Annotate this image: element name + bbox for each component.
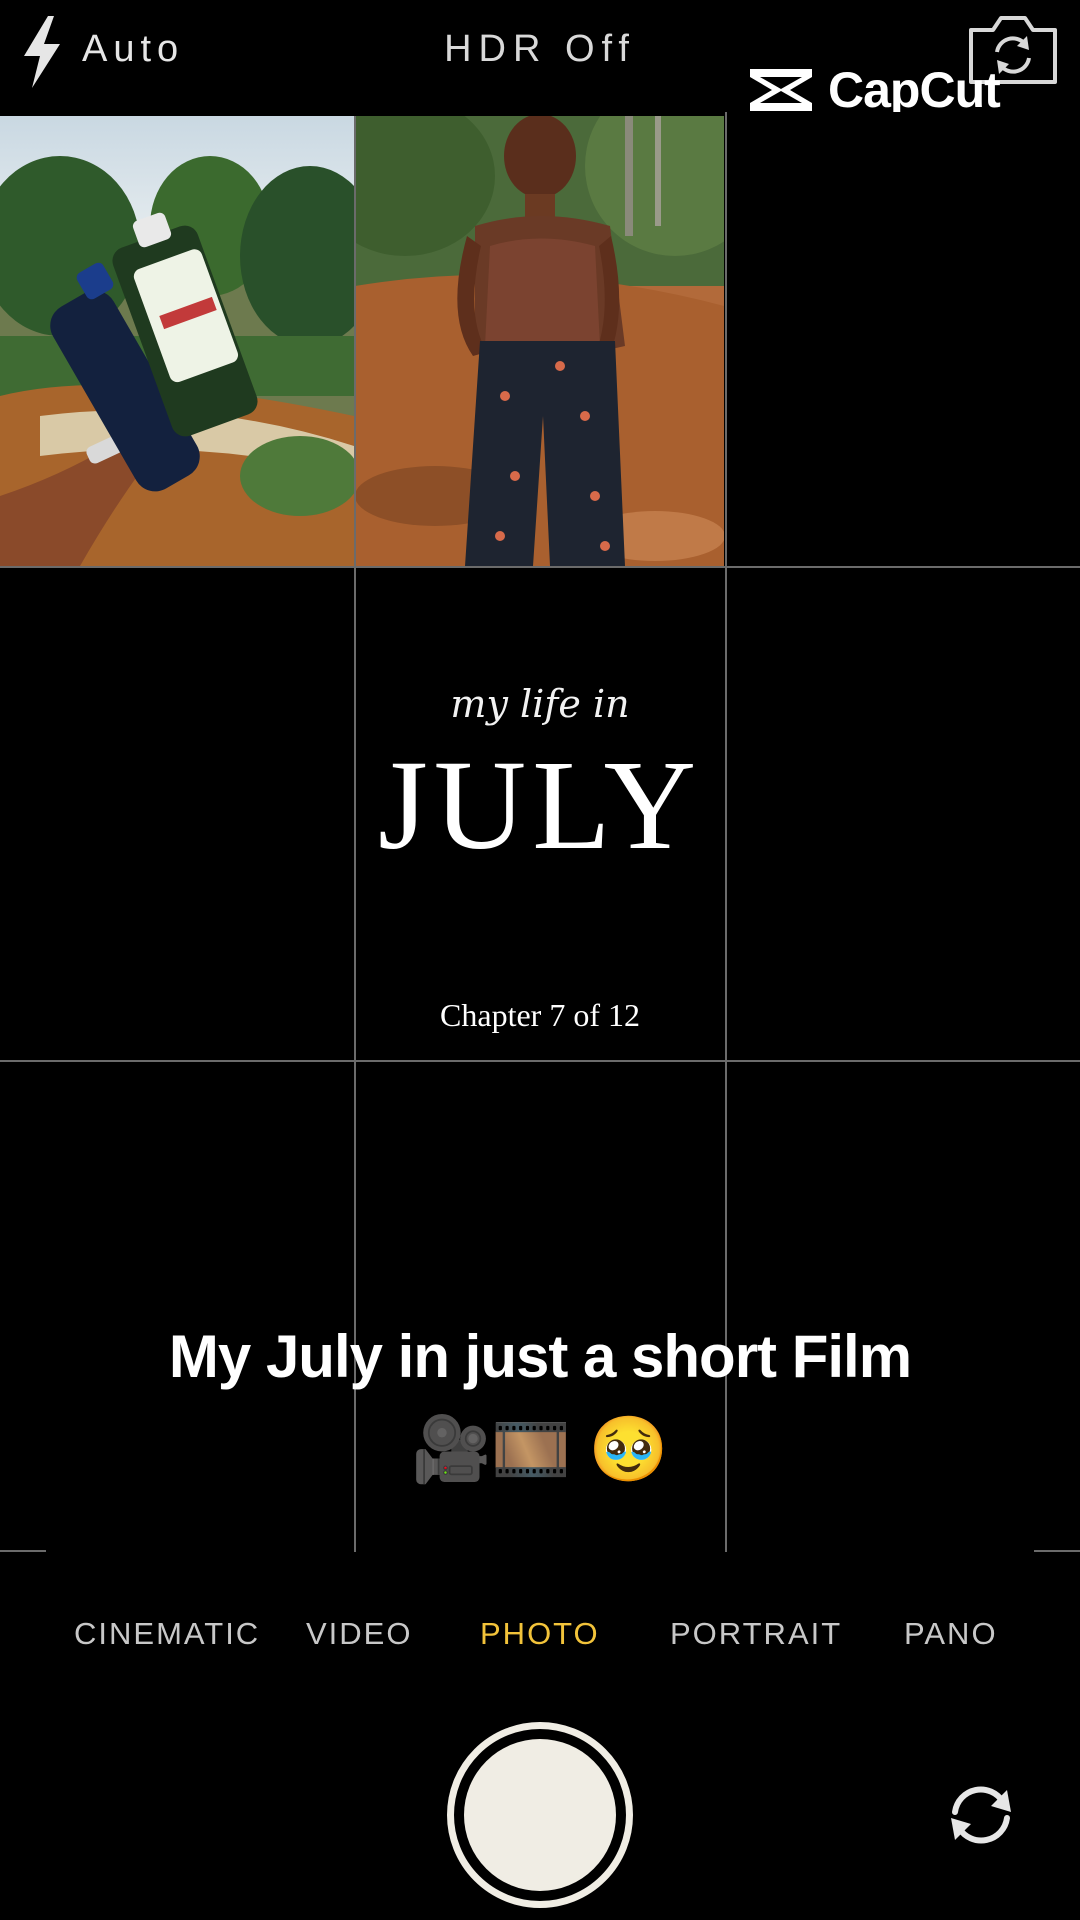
mode-cinematic[interactable]: CINEMATIC <box>74 1616 260 1652</box>
camera-viewfinder[interactable]: my life in JULY Chapter 7 of 12 My July … <box>0 112 1080 1552</box>
capcut-logo-icon <box>750 69 812 111</box>
mode-portrait[interactable]: PORTRAIT <box>670 1616 842 1652</box>
mode-video[interactable]: VIDEO <box>306 1616 412 1652</box>
grid-line-horizontal-bottom <box>0 1060 1080 1062</box>
caption-line-1: My July in just a short Film <box>168 1323 912 1390</box>
camera-mode-selector[interactable]: CINEMATIC VIDEO PHOTO PORTRAIT PANO <box>0 1552 1080 1720</box>
grid-line-horizontal-top <box>0 566 1080 568</box>
camera-top-bar: Auto HDR Off CapCut <box>0 0 1080 118</box>
capcut-watermark: CapCut <box>746 60 1001 120</box>
shutter-button[interactable] <box>447 1722 633 1908</box>
mode-pano[interactable]: PANO <box>904 1616 998 1652</box>
photo-woman-standing <box>355 116 724 566</box>
overlay-month-title: JULY <box>377 734 703 876</box>
photo-hand-with-bottles <box>0 116 354 566</box>
flip-camera-icon[interactable] <box>945 1782 1017 1848</box>
mode-photo[interactable]: PHOTO <box>480 1616 600 1652</box>
overlay-script-line: my life in <box>450 682 630 726</box>
shutter-button-inner <box>464 1739 616 1891</box>
caption-line-2: 🎥🎞️ 🥹 <box>411 1413 669 1485</box>
overlay-chapter: Chapter 7 of 12 <box>440 997 640 1033</box>
capcut-wordmark: CapCut <box>828 62 1001 118</box>
